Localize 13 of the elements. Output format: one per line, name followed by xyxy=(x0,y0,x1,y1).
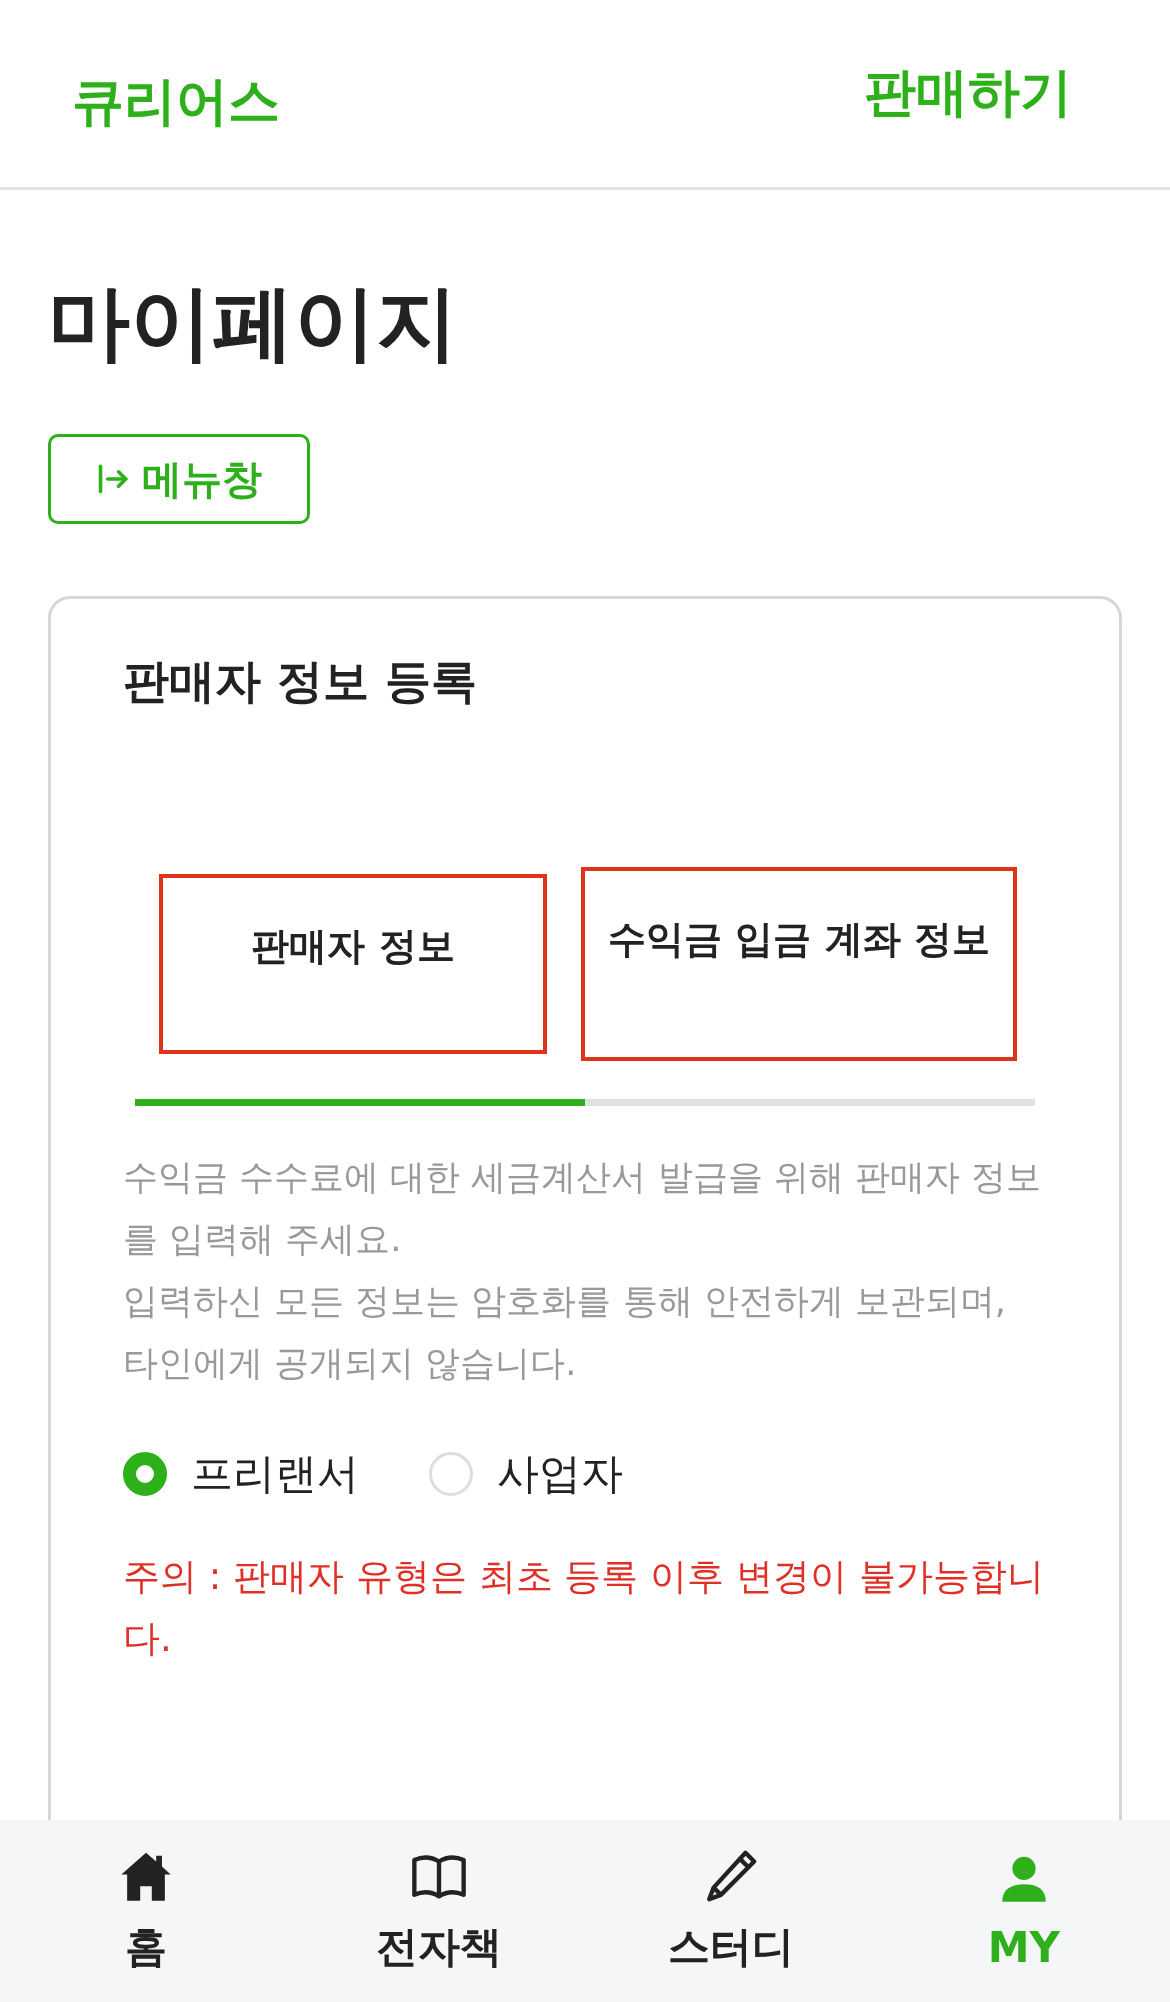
radio-label[interactable]: 사업자 xyxy=(497,1446,623,1503)
nav-item[interactable]: 스터디 xyxy=(585,1847,878,1975)
warning-text: 주의 : 판매자 유형은 최초 등록 이후 변경이 불가능합니다. xyxy=(123,1554,1045,1663)
nav-item[interactable]: 홈 xyxy=(0,1847,293,1975)
nav-item[interactable]: 전자책 xyxy=(292,1847,585,1975)
description-text: 입력하신 모든 정보는 암호화를 통해 안전하게 보관되며, 타인에게 공개되지 않습니다. xyxy=(123,1280,1007,1386)
section-title: 판매자 정보 등록 xyxy=(123,653,479,711)
radio-label[interactable]: 프리랜서 xyxy=(191,1446,359,1503)
radio-button[interactable] xyxy=(123,1452,167,1497)
tab[interactable]: 판매자 정보 xyxy=(159,874,547,1055)
page-title: 마이페이지 xyxy=(48,278,459,369)
description-text: 수익금 수수료에 대한 세금계산서 발급을 위해 판매자 정보를 입력해 주세요. xyxy=(123,1156,1042,1262)
tab[interactable]: 수익금 입금 계좌 정보 xyxy=(581,867,1017,1062)
